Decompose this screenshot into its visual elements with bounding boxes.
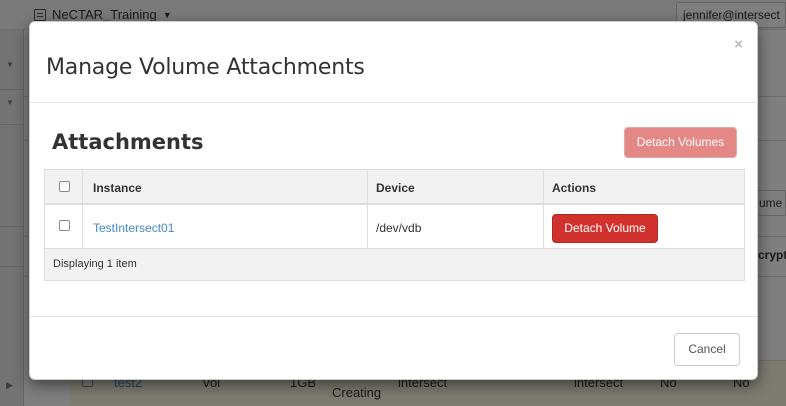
row-checkbox[interactable] <box>59 220 70 231</box>
table-header-row: Instance Device Actions <box>45 170 744 205</box>
header-actions-cell: Actions <box>544 170 744 203</box>
table-row: TestIntersect01 /dev/vdb Detach Volume <box>45 205 744 249</box>
modal-title: Manage Volume Attachments <box>46 55 365 80</box>
device-value: /dev/vdb <box>376 221 422 235</box>
column-header-actions: Actions <box>552 181 597 195</box>
detach-volume-button[interactable]: Detach Volume <box>552 214 658 243</box>
manage-volume-attachments-modal: Manage Volume Attachments × Attachments … <box>29 21 758 380</box>
cancel-button[interactable]: Cancel <box>674 333 740 366</box>
column-header-device[interactable]: Device <box>376 181 415 195</box>
row-actions-cell: Detach Volume <box>544 205 744 248</box>
modal-header: Manage Volume Attachments × <box>30 22 757 103</box>
close-icon[interactable]: × <box>734 37 743 52</box>
row-instance-cell: TestIntersect01 <box>83 205 368 248</box>
header-instance-cell: Instance <box>83 170 368 203</box>
item-count: Displaying 1 item <box>53 258 137 270</box>
attachments-table: Instance Device Actions TestIntersect01 … <box>44 169 745 281</box>
row-checkbox-cell <box>45 205 83 248</box>
modal-footer-divider <box>30 316 757 317</box>
attachments-heading: Attachments <box>52 130 204 154</box>
table-footer: Displaying 1 item <box>45 249 744 280</box>
column-header-instance[interactable]: Instance <box>93 181 142 195</box>
row-device-cell: /dev/vdb <box>368 205 544 248</box>
select-all-checkbox[interactable] <box>59 181 70 192</box>
detach-volumes-button[interactable]: Detach Volumes <box>624 127 737 158</box>
header-checkbox-cell <box>45 170 83 203</box>
instance-link[interactable]: TestIntersect01 <box>93 221 174 235</box>
header-device-cell: Device <box>368 170 544 203</box>
